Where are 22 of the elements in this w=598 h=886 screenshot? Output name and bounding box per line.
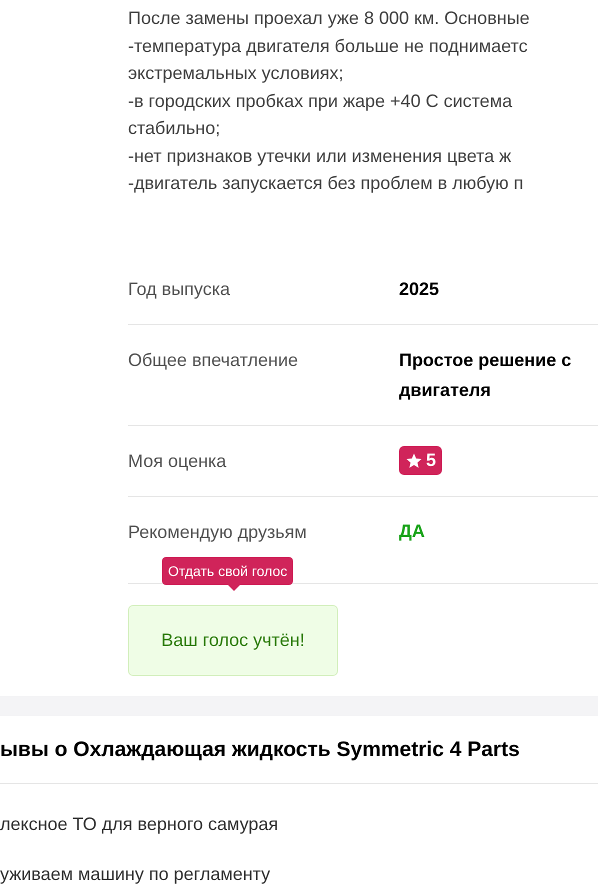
- detail-value: Простое решение с двигателя: [399, 348, 572, 402]
- related-heading: ывы о Охлаждающая жидкость Symmetric 4 Parts: [0, 716, 598, 784]
- star-icon: [405, 452, 423, 470]
- review-text-line: -в городских пробках при жаре +40 С система: [128, 90, 512, 113]
- vote-tooltip: Отдать свой голос: [162, 556, 294, 584]
- review-text-line: После замены проехал уже 8 000 км. Основные: [128, 7, 530, 30]
- review-text-line: -температура двигателя больше не поднимаетс: [128, 34, 528, 58]
- rating-badge: 5: [399, 446, 442, 475]
- review-text-line: стабильно;: [128, 117, 220, 140]
- review-text-line: экстремальных условиях;: [128, 62, 344, 85]
- detail-label: Общее впечатление: [128, 348, 300, 372]
- vote-confirmation: Ваш голос учтён!: [128, 604, 338, 676]
- related-review-link[interactable]: уживаем машину по регламенту: [0, 862, 270, 886]
- related-review-link[interactable]: лексное ТО для верного самурая: [0, 812, 278, 836]
- detail-value: ДА: [399, 520, 425, 543]
- review-text-line: -двигатель запускается без проблем в любую п: [128, 172, 524, 195]
- review-text-line: -нет признаков утечки или изменения цвета ж: [128, 144, 512, 168]
- tooltip-pointer: [228, 584, 240, 590]
- detail-label: Моя оценка: [128, 450, 228, 473]
- detail-value: 2025: [399, 278, 440, 300]
- detail-label: Год выпуска: [128, 278, 231, 301]
- detail-label: Рекомендую друзьям: [128, 520, 308, 544]
